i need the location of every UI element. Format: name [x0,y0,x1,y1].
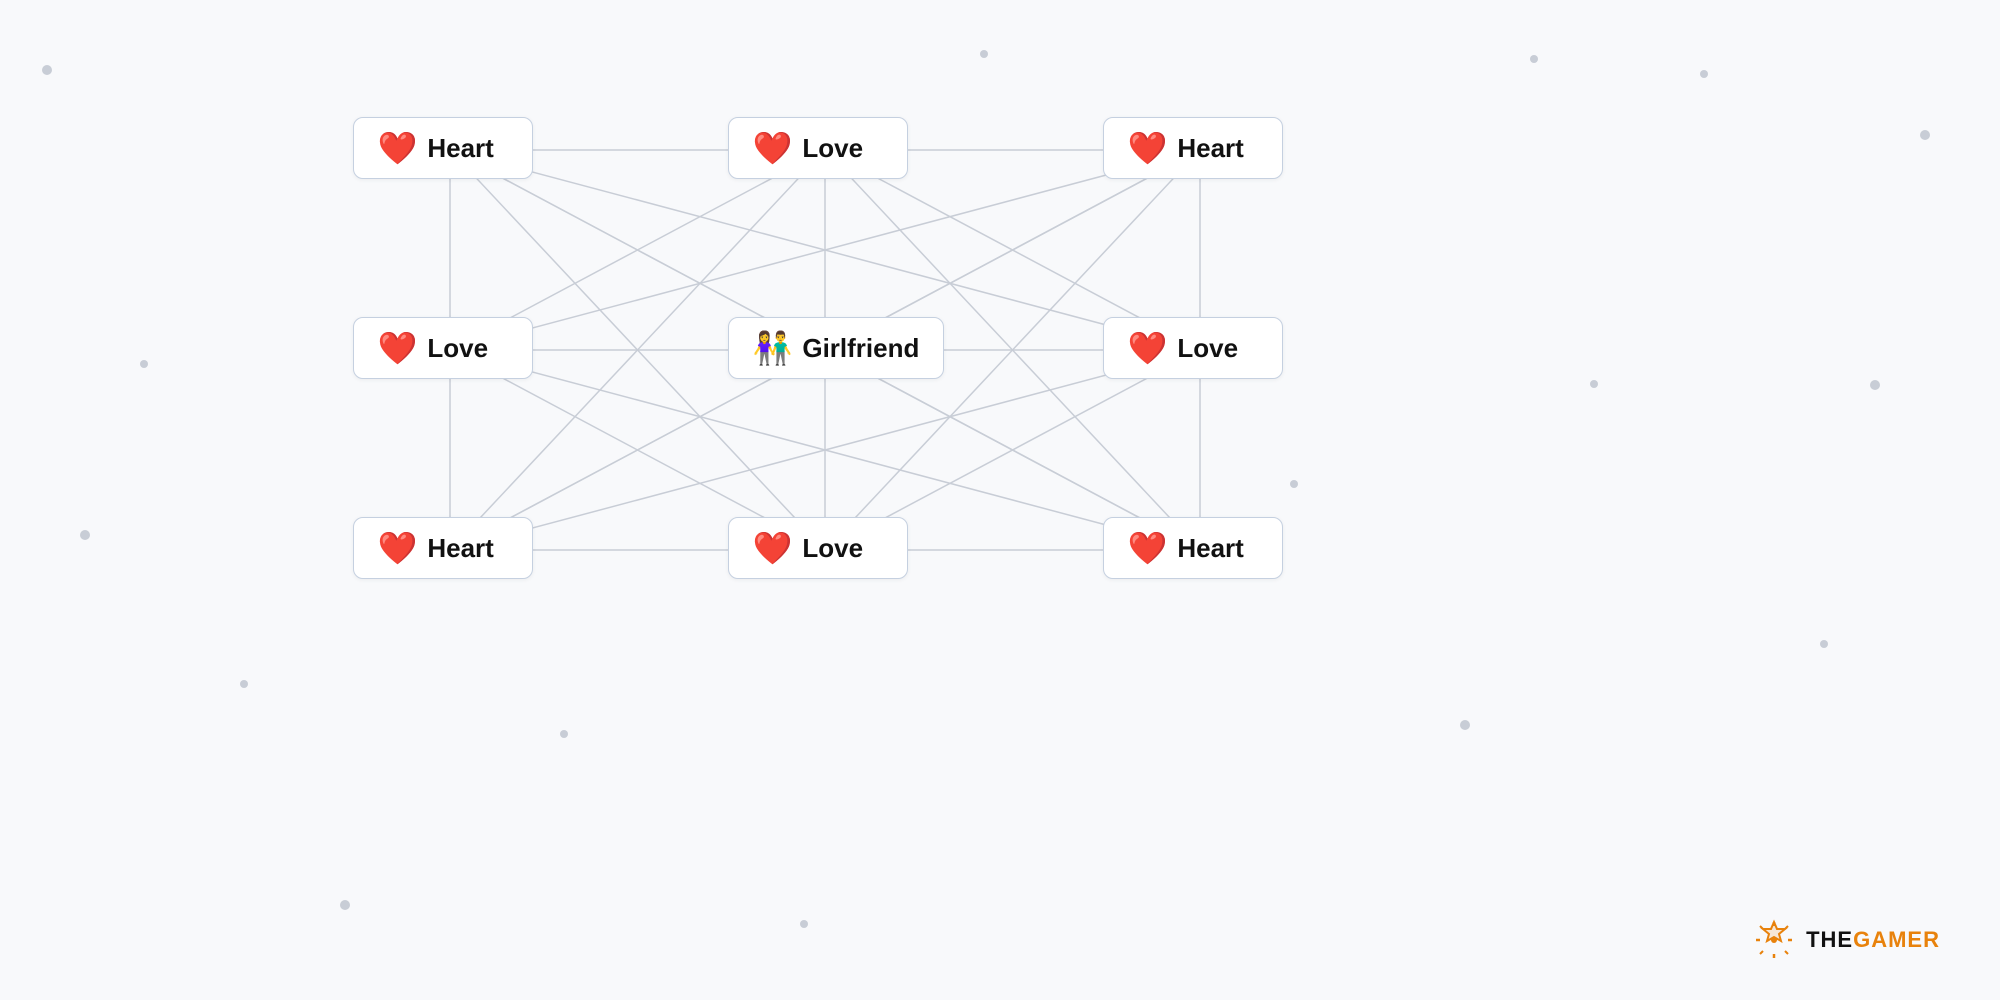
node-label-n3: ❤️ Heart [1103,117,1283,179]
logo-area: THEGAMER [1752,918,1940,962]
node-text-n6: Love [1177,333,1238,364]
node-label-n9: ❤️ Heart [1103,517,1283,579]
bg-dot [1820,640,1828,648]
node-text-n1: Heart [427,133,493,164]
node-emoji-n6: ❤️ [1128,332,1168,364]
bg-dot [1920,130,1930,140]
node-n7: ❤️ Heart [353,517,533,579]
node-text-n9: Heart [1177,533,1243,564]
bg-dot [1700,70,1708,78]
logo-text: THEGAMER [1806,927,1940,953]
bg-dot [1460,720,1470,730]
node-text-n5: Girlfriend [802,333,919,364]
node-n8: ❤️ Love [728,517,908,579]
node-text-n2: Love [802,133,863,164]
node-n9: ❤️ Heart [1103,517,1283,579]
node-text-n3: Heart [1177,133,1243,164]
bg-dot [980,50,988,58]
node-label-n4: ❤️ Love [353,317,533,379]
bg-dot [140,360,148,368]
node-n1: ❤️ Heart [353,117,533,179]
bg-dot [560,730,568,738]
node-n6: ❤️ Love [1103,317,1283,379]
node-emoji-n9: ❤️ [1128,532,1168,564]
bg-dot [240,680,248,688]
bg-dot [1290,480,1298,488]
node-emoji-n2: ❤️ [753,132,793,164]
thegamer-logo-icon [1752,918,1796,962]
bg-dot [340,900,350,910]
node-label-n2: ❤️ Love [728,117,908,179]
node-n4: ❤️ Love [353,317,533,379]
bg-dot [800,920,808,928]
node-emoji-n8: ❤️ [753,532,793,564]
node-n5: 👫 Girlfriend [728,317,945,379]
node-emoji-n5: 👫 [753,332,793,364]
node-label-n6: ❤️ Love [1103,317,1283,379]
node-n3: ❤️ Heart [1103,117,1283,179]
bg-dot [80,530,90,540]
bg-dot [42,65,52,75]
node-label-n1: ❤️ Heart [353,117,533,179]
connection-lines [0,0,2000,1000]
background-dots [0,0,2000,1000]
node-emoji-n4: ❤️ [378,332,418,364]
node-text-n7: Heart [427,533,493,564]
bg-dot [1870,380,1880,390]
node-label-n7: ❤️ Heart [353,517,533,579]
node-label-n8: ❤️ Love [728,517,908,579]
node-text-n4: Love [427,333,488,364]
bg-dot [1590,380,1598,388]
node-emoji-n7: ❤️ [378,532,418,564]
node-label-n5: 👫 Girlfriend [728,317,945,379]
node-text-n8: Love [802,533,863,564]
node-n2: ❤️ Love [728,117,908,179]
node-emoji-n3: ❤️ [1128,132,1168,164]
node-emoji-n1: ❤️ [378,132,418,164]
bg-dot [1530,55,1538,63]
